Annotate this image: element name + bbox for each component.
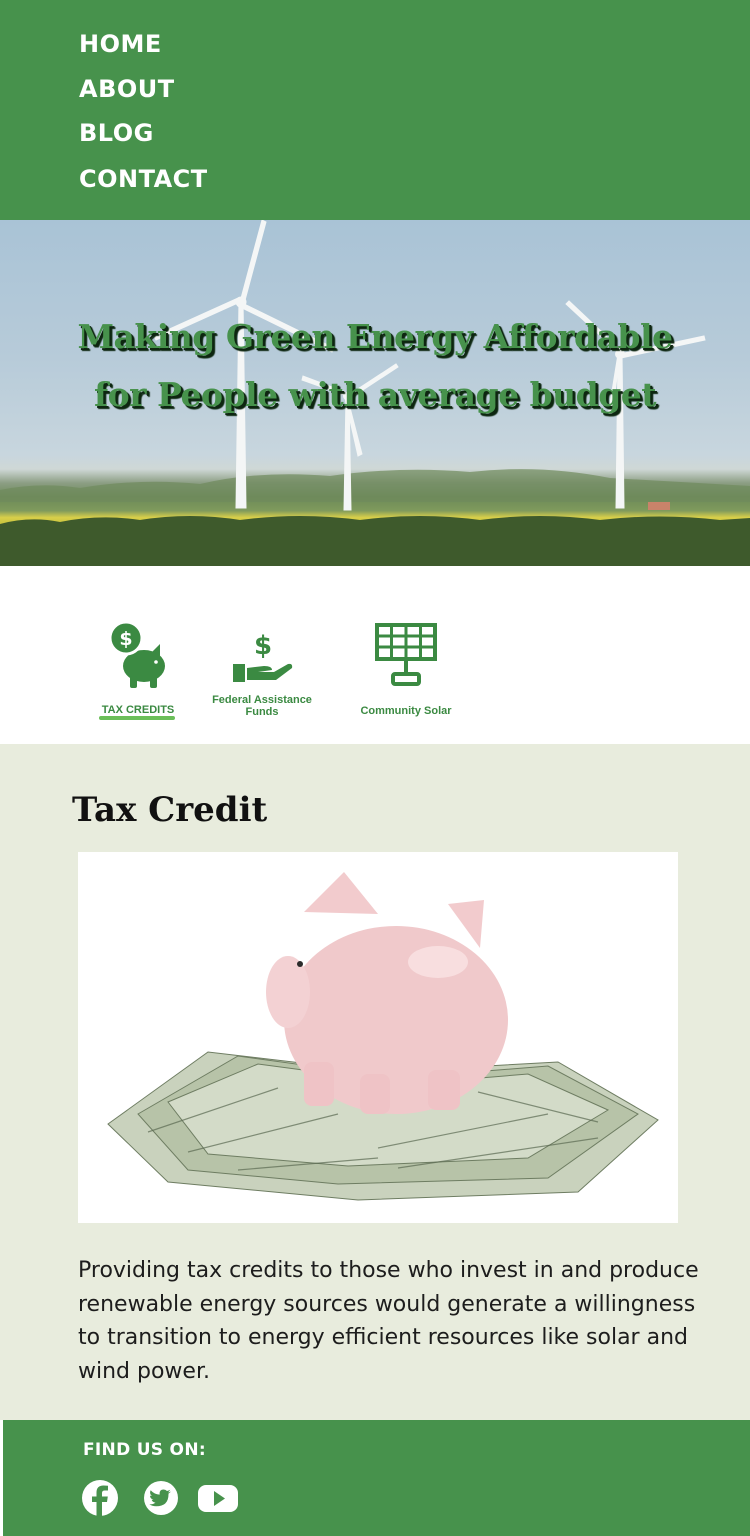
active-tab-indicator: [99, 716, 175, 720]
twitter-icon[interactable]: [142, 1479, 182, 1515]
tax-credit-section: Tax Credit Providing tax credits to thos…: [0, 744, 750, 1420]
youtube-icon[interactable]: [197, 1479, 241, 1515]
hero-title-line1: Making Green Energy Affordable: [77, 317, 673, 356]
tab-tax-credits-label: TAX CREDITS: [101, 704, 175, 716]
nav-blog-link[interactable]: BLOG: [79, 119, 154, 147]
footer-label: FIND US ON:: [83, 1440, 206, 1460]
tab-tax-credits[interactable]: $ TAX CREDITS: [92, 622, 184, 716]
hero-title-line2: for People with average budget: [93, 375, 657, 414]
hero-banner: Making Green Energy Affordable for Peopl…: [0, 220, 750, 566]
svg-text:$: $: [119, 628, 132, 650]
main-nav: HOME ABOUT BLOG CONTACT: [0, 0, 750, 220]
hand-dollar-icon: $: [233, 631, 293, 682]
funding-tabs: $ TAX CREDITS $ Federal Assistance Funds…: [0, 566, 750, 744]
nav-home-link[interactable]: HOME: [79, 30, 162, 58]
nav-contact-link[interactable]: CONTACT: [79, 165, 208, 193]
tab-federal-assistance-label-line1: Federal Assistance: [212, 694, 312, 706]
tab-federal-assistance[interactable]: $ Federal Assistance Funds: [208, 630, 316, 718]
nav-about-link[interactable]: ABOUT: [79, 75, 175, 103]
piggy-bank-dollar-icon: $: [108, 622, 165, 688]
piggy-bank-photo: [78, 852, 678, 1223]
footer: FIND US ON:: [3, 1420, 750, 1536]
tab-community-solar[interactable]: Community Solar: [354, 622, 458, 717]
solar-panel-icon: [375, 623, 437, 686]
svg-text:$: $: [254, 631, 272, 661]
tab-federal-assistance-label-line2: Funds: [245, 706, 279, 718]
hero-title: Making Green Energy Affordable for Peopl…: [0, 308, 750, 424]
section-body-text: Providing tax credits to those who inves…: [78, 1258, 699, 1384]
tab-community-solar-label: Community Solar: [360, 705, 452, 717]
section-title: Tax Credit: [72, 790, 268, 830]
facebook-icon[interactable]: [81, 1479, 121, 1516]
